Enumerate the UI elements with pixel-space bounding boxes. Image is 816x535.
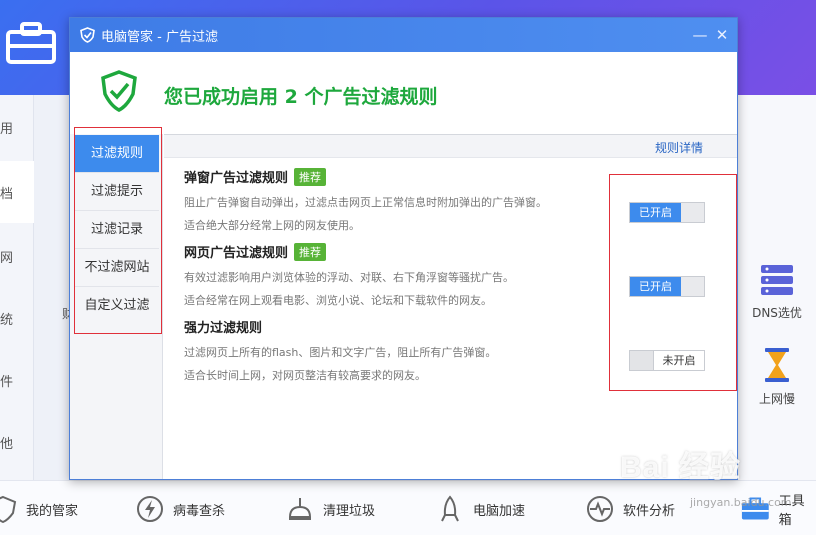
toolbox-logo-icon — [6, 22, 56, 64]
rule-details-link[interactable]: 规则详情 — [655, 139, 703, 156]
rule-title: 弹窗广告过滤规则 — [184, 171, 289, 186]
watermark-url: jingyan.baidu.com — [690, 496, 792, 509]
footer-virus-scan[interactable]: 病毒查杀 — [135, 495, 225, 523]
rule-audience: 适合绝大部分经常上网的网友使用。 — [184, 219, 360, 232]
filter-nav: 过滤规则 过滤提示 过滤记录 不过滤网站 自定义过滤 — [70, 134, 163, 479]
rules-panel: 规则详情 弹窗广告过滤规则 推荐 阻止广告弹窗自动弹出，过滤点击网页上正常信息时… — [164, 134, 737, 479]
toggle-state-label: 未开启 — [653, 351, 704, 370]
nav-custom-filter[interactable]: 自定义过滤 — [75, 287, 159, 325]
footer-label: 我的管家 — [26, 503, 79, 519]
nav-filter-rules[interactable]: 过滤规则 — [75, 135, 159, 173]
pulse-icon — [587, 496, 613, 522]
dialog-title: 电脑管家 - 广告过滤 — [101, 29, 218, 45]
server-icon — [761, 265, 793, 295]
popup-ads-toggle[interactable]: 已开启 — [629, 202, 705, 223]
slow-net-label: 上网慢 — [758, 392, 795, 406]
green-shield-check-icon — [101, 70, 137, 112]
status-banner: 您已成功启用 2 个广告过滤规则 — [70, 52, 737, 134]
baidu-watermark: Bai 经验 — [620, 451, 742, 484]
minimize-button[interactable]: — — [690, 25, 710, 45]
lightning-icon — [137, 496, 163, 522]
shield-icon — [0, 495, 17, 523]
rule-description: 有效过滤影响用户浏览体验的浮动、对联、右下角浮窗等骚扰广告。 — [184, 271, 514, 284]
rule-audience: 适合经常在网上观看电影、浏览小说、论坛和下载软件的网友。 — [184, 294, 492, 307]
hourglass-icon — [765, 348, 789, 382]
toggle-state-label: 已开启 — [630, 277, 681, 296]
rule-description: 过滤网页上所有的flash、图片和文字广告，阻止所有广告弹窗。 — [184, 346, 497, 359]
footer-my-manager[interactable]: 我的管家 — [0, 495, 78, 523]
nav-whitelist-sites[interactable]: 不过滤网站 — [75, 249, 159, 287]
app-sidebar: 用 档 网 统 件 他 — [0, 95, 34, 480]
app-right-panel: DNS选优 上网慢 — [738, 95, 816, 480]
dns-optimize-tool[interactable]: DNS选优 — [738, 263, 816, 321]
rules-header-bar: 规则详情 — [164, 134, 737, 158]
recommended-badge: 推荐 — [294, 242, 327, 261]
shield-logo-icon — [80, 27, 95, 43]
footer-label: 软件分析 — [623, 503, 676, 519]
footer-speedup[interactable]: 电脑加速 — [435, 495, 525, 523]
vacuum-icon — [288, 498, 312, 520]
rule-webpage-ads: 网页广告过滤规则 推荐 有效过滤影响用户浏览体验的浮动、对联、右下角浮窗等骚扰广… — [184, 242, 614, 308]
rocket-icon — [441, 495, 459, 522]
rule-title: 强力过滤规则 — [184, 321, 263, 336]
strong-filter-toggle[interactable]: 未开启 — [629, 350, 705, 371]
sidebar-item[interactable]: 用 — [0, 118, 34, 137]
recommended-badge: 推荐 — [294, 167, 327, 186]
sidebar-item[interactable]: 件 — [0, 371, 34, 390]
footer-label: 病毒查杀 — [173, 503, 226, 519]
dns-label: DNS选优 — [752, 306, 802, 320]
nav-filter-tips[interactable]: 过滤提示 — [75, 173, 159, 211]
nav-filter-log[interactable]: 过滤记录 — [75, 211, 159, 249]
slow-network-tool[interactable]: 上网慢 — [738, 347, 816, 407]
webpage-ads-toggle[interactable]: 已开启 — [629, 276, 705, 297]
close-button[interactable]: ✕ — [712, 25, 732, 45]
toggle-knob — [630, 351, 653, 370]
rule-strong-filter: 强力过滤规则 过滤网页上所有的flash、图片和文字广告，阻止所有广告弹窗。 适… — [184, 317, 614, 383]
footer-label: 电脑加速 — [473, 503, 526, 519]
sidebar-item[interactable]: 网 — [0, 247, 34, 266]
sidebar-item[interactable]: 他 — [0, 433, 34, 452]
rule-description: 阻止广告弹窗自动弹出，过滤点击网页上正常信息时附加弹出的广告弹窗。 — [184, 196, 547, 209]
ad-filter-dialog: 电脑管家 - 广告过滤 — ✕ 您已成功启用 2 个广告过滤规则 过滤规则 过滤… — [69, 17, 738, 480]
toggle-state-label: 已开启 — [630, 203, 681, 222]
rule-audience: 适合长时间上网，对网页整洁有较高要求的网友。 — [184, 369, 426, 382]
sidebar-item[interactable]: 档 — [0, 161, 34, 223]
status-headline: 您已成功启用 2 个广告过滤规则 — [164, 86, 438, 108]
footer-software-analysis[interactable]: 软件分析 — [585, 495, 675, 523]
sidebar-item[interactable]: 统 — [0, 309, 34, 328]
footer-clean-junk[interactable]: 清理垃圾 — [285, 495, 375, 523]
dialog-titlebar[interactable]: 电脑管家 - 广告过滤 — ✕ — [70, 18, 737, 52]
rule-popup-ads: 弹窗广告过滤规则 推荐 阻止广告弹窗自动弹出，过滤点击网页上正常信息时附加弹出的… — [184, 167, 614, 233]
rule-title: 网页广告过滤规则 — [184, 246, 289, 261]
footer-label: 清理垃圾 — [323, 503, 376, 519]
